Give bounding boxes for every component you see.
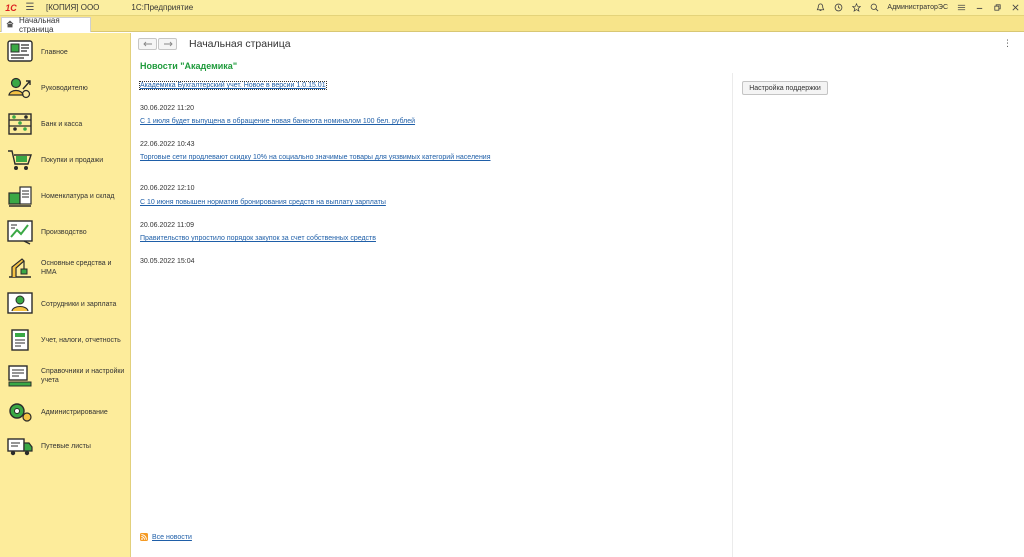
settings-section-icon bbox=[8, 365, 32, 387]
support-settings-button[interactable]: Настройка поддержки bbox=[742, 81, 828, 95]
home-section-icon bbox=[7, 40, 33, 62]
all-news-link-row[interactable]: Все новости bbox=[140, 533, 192, 541]
accounting-section-icon bbox=[11, 329, 29, 351]
news-date: 22.06.2022 10:43 bbox=[140, 141, 195, 148]
sidebar-item-label: Главное bbox=[41, 48, 68, 56]
search-icon[interactable] bbox=[865, 0, 883, 16]
all-news-link[interactable]: Все новости bbox=[152, 534, 192, 541]
sections-sidebar: Главное Руководителю Банк и касса Покупк… bbox=[0, 33, 131, 557]
column-divider bbox=[732, 73, 733, 557]
arrow-right-icon bbox=[163, 41, 173, 47]
sidebar-item-sales[interactable]: Покупки и продажи bbox=[0, 145, 131, 175]
sidebar-item-label: Путевые листы bbox=[41, 442, 91, 450]
bank-section-icon bbox=[8, 113, 32, 135]
news-link[interactable]: Академика Бухгалтерский учет. Новое в ве… bbox=[139, 81, 327, 90]
admin-section-icon bbox=[9, 403, 32, 422]
news-date: 20.06.2022 11:09 bbox=[140, 222, 194, 229]
news-link[interactable]: С 1 июля будет выпущена в обращение нова… bbox=[140, 118, 415, 125]
tab-label: Начальная страница bbox=[19, 16, 60, 34]
main-menu-icon[interactable]: ☰ bbox=[22, 2, 38, 13]
page-title: Начальная страница bbox=[189, 38, 291, 50]
sales-section-icon bbox=[8, 150, 32, 170]
close-icon[interactable] bbox=[1006, 0, 1024, 16]
sidebar-item-waybills[interactable]: Путевые листы bbox=[0, 431, 131, 461]
sidebar-item-main[interactable]: Главное bbox=[0, 37, 131, 67]
sidebar-item-label: Учет, налоги, отчетность bbox=[41, 336, 121, 344]
sidebar-item-bank[interactable]: Банк и касса bbox=[0, 109, 131, 139]
sidebar-item-label: Руководителю bbox=[41, 84, 88, 92]
sidebar-item-production[interactable]: Производство bbox=[0, 217, 131, 247]
manager-section-icon bbox=[8, 77, 31, 99]
sidebar-item-label: Номенклатура и склад bbox=[41, 192, 115, 200]
app-name: 1С:Предприятие bbox=[131, 3, 194, 12]
home-page-content: Начальная страница ⋮ Новости "Академика"… bbox=[132, 33, 1024, 557]
rss-icon bbox=[140, 533, 148, 541]
sidebar-item-accounting[interactable]: Учет, налоги, отчетность bbox=[0, 325, 131, 355]
back-button[interactable] bbox=[138, 38, 157, 50]
sidebar-item-label: Администрирование bbox=[41, 408, 108, 416]
org-name: [КОПИЯ] ООО bbox=[46, 3, 100, 12]
news-link[interactable]: С 10 июня повышен норматив бронирования … bbox=[140, 199, 386, 206]
settings-menu-icon[interactable] bbox=[952, 0, 970, 16]
news-link[interactable]: Правительство упростило порядок закупок … bbox=[140, 235, 376, 242]
minimize-icon[interactable] bbox=[970, 0, 988, 16]
home-icon bbox=[6, 20, 14, 30]
app-logo: 1С bbox=[5, 2, 17, 13]
sidebar-item-manager[interactable]: Руководителю bbox=[0, 73, 131, 103]
sidebar-item-staff[interactable]: Сотрудники и зарплата bbox=[0, 289, 131, 319]
news-section-title: Новости "Академика" bbox=[140, 61, 238, 71]
staff-section-icon bbox=[7, 292, 33, 314]
sidebar-item-label: Производство bbox=[41, 228, 87, 236]
arrow-left-icon bbox=[142, 41, 152, 47]
user-name[interactable]: АдминистраторЭС bbox=[883, 4, 952, 11]
star-icon[interactable] bbox=[847, 0, 865, 16]
sidebar-item-label: Банк и касса bbox=[41, 120, 83, 128]
sidebar-item-settings[interactable]: Справочники и настройки учета bbox=[0, 361, 131, 391]
tab-strip: Начальная страница bbox=[0, 16, 1024, 34]
more-actions-icon[interactable]: ⋮ bbox=[1003, 38, 1012, 49]
tab-home-page[interactable]: Начальная страница bbox=[1, 16, 91, 34]
news-link[interactable]: Торговые сети продлевают скидку 10% на с… bbox=[140, 154, 491, 161]
bell-icon[interactable] bbox=[811, 0, 829, 16]
forward-button[interactable] bbox=[158, 38, 177, 50]
sidebar-item-label: Справочники и настройки учета bbox=[41, 368, 125, 384]
history-icon[interactable] bbox=[829, 0, 847, 16]
sidebar-item-warehouse[interactable]: Номенклатура и склад bbox=[0, 181, 131, 211]
news-date: 30.05.2022 15:04 bbox=[140, 258, 195, 265]
news-date: 30.06.2022 11:20 bbox=[140, 105, 194, 112]
warehouse-section-icon bbox=[8, 186, 32, 207]
restore-icon[interactable] bbox=[988, 0, 1006, 16]
title-bar: 1С ☰ [КОПИЯ] ООО 1С:Предприятие Админист… bbox=[0, 0, 1024, 16]
waybills-section-icon bbox=[7, 438, 33, 456]
sidebar-item-assets[interactable]: Основные средства и НМА bbox=[0, 253, 131, 283]
sidebar-item-label: Основные средства и НМА bbox=[41, 260, 112, 276]
production-section-icon bbox=[7, 220, 33, 245]
assets-section-icon bbox=[9, 258, 31, 278]
sidebar-item-label: Покупки и продажи bbox=[41, 156, 104, 164]
sidebar-item-admin[interactable]: Администрирование bbox=[0, 397, 131, 427]
news-date: 20.06.2022 12:10 bbox=[140, 185, 195, 192]
sidebar-item-label: Сотрудники и зарплата bbox=[41, 300, 117, 308]
